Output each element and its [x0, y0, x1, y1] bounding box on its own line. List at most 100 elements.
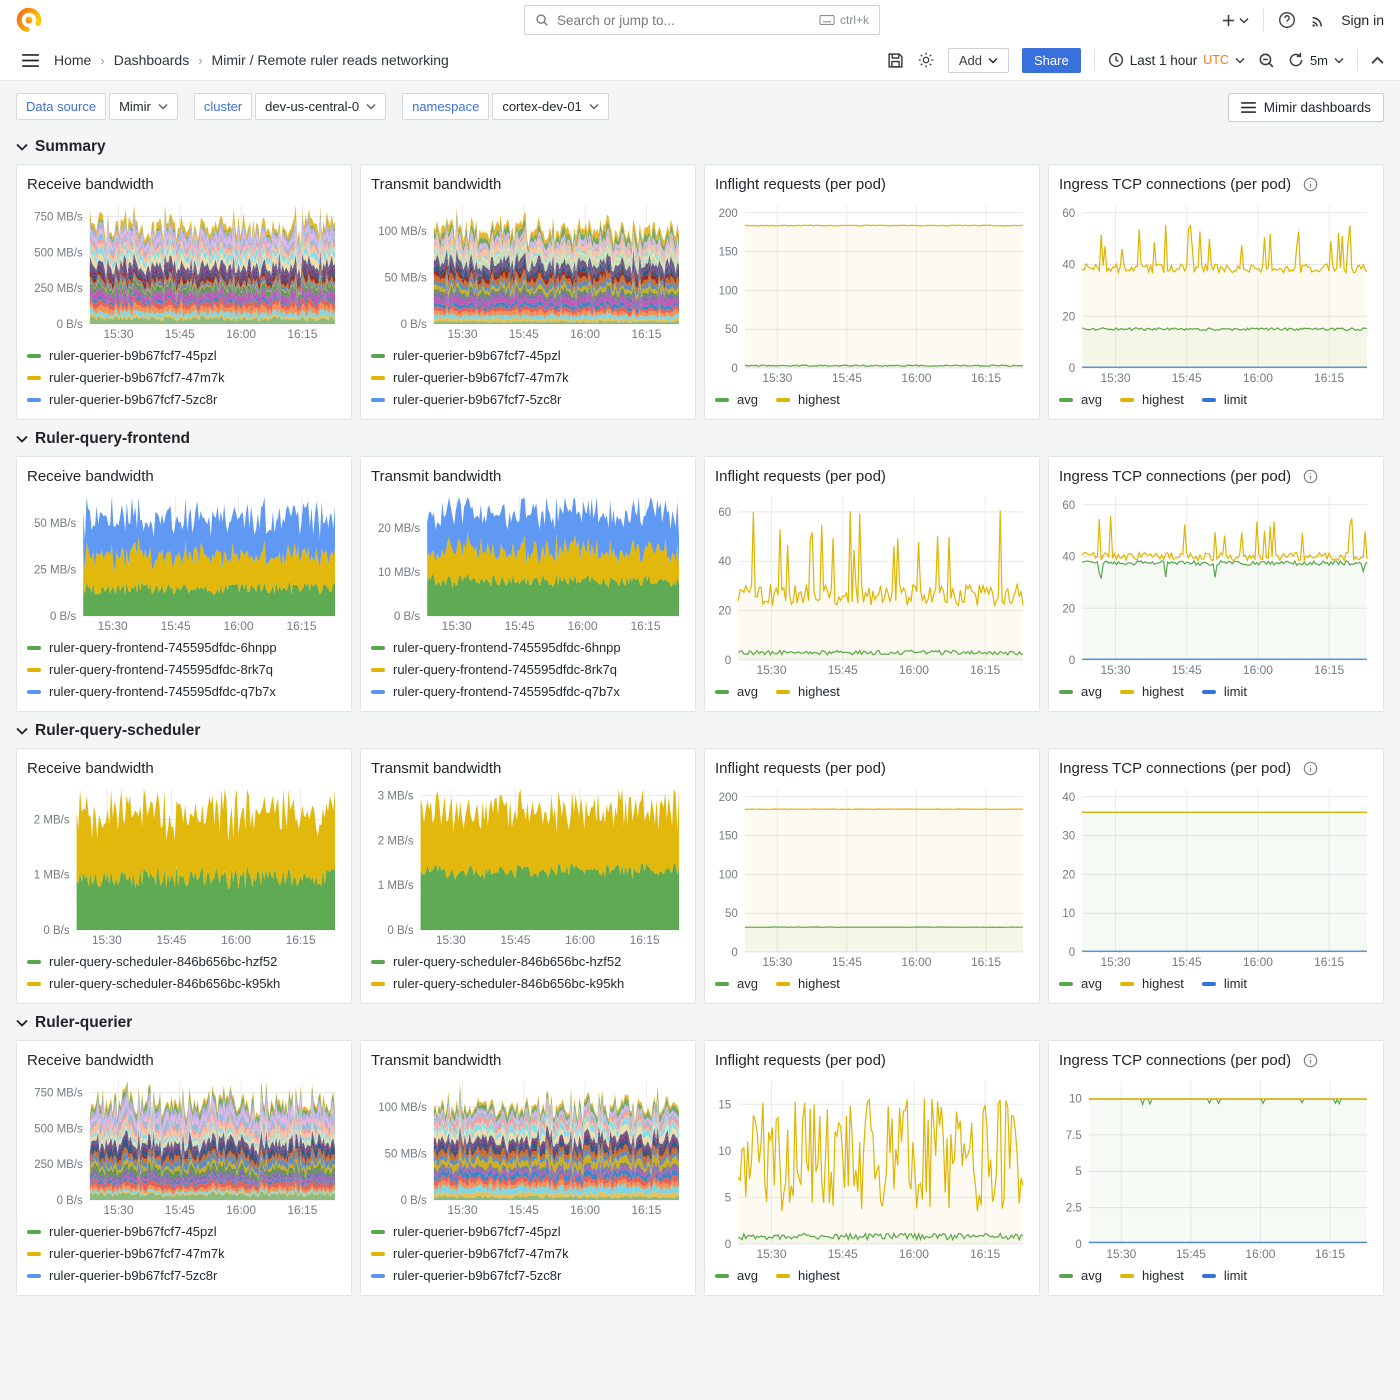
legend-item-ruler-querier-b9b67fcf7-45pzl[interactable]: ruler-querier-b9b67fcf7-45pzl: [27, 347, 341, 364]
legend-item-ruler-query-frontend-745595dfdc-8rk7q[interactable]: ruler-query-frontend-745595dfdc-8rk7q: [371, 661, 685, 678]
legend-item-limit[interactable]: limit: [1202, 683, 1247, 700]
legend-item-ruler-query-frontend-745595dfdc-8rk7q[interactable]: ruler-query-frontend-745595dfdc-8rk7q: [27, 661, 341, 678]
chart-ingress-tcp-connections-per-pod[interactable]: 15:3015:4516:0016:150204060: [1059, 197, 1373, 386]
panel-header[interactable]: Ingress TCP connections (per pod): [1059, 755, 1373, 781]
legend-item-ruler-querier-b9b67fcf7-47m7k[interactable]: ruler-querier-b9b67fcf7-47m7k: [27, 369, 341, 386]
breadcrumb-home[interactable]: Home: [54, 52, 91, 68]
kiosk-collapse-icon[interactable]: [1371, 56, 1384, 65]
legend-item-highest[interactable]: highest: [1120, 1267, 1184, 1284]
legend-item-highest[interactable]: highest: [1120, 683, 1184, 700]
grafana-logo[interactable]: [16, 7, 42, 33]
panel-header[interactable]: Transmit bandwidth: [371, 463, 685, 489]
panel-header[interactable]: Receive bandwidth: [27, 171, 341, 197]
legend-item-highest[interactable]: highest: [776, 683, 840, 700]
panel-header[interactable]: Receive bandwidth: [27, 1047, 341, 1073]
panel-header[interactable]: Transmit bandwidth: [371, 755, 685, 781]
variable-namespace-value[interactable]: cortex-dev-01: [492, 93, 608, 120]
zoom-out-icon[interactable]: [1258, 52, 1275, 69]
search-input[interactable]: Search or jump to... ctrl+k: [524, 5, 880, 35]
legend-item-ruler-query-frontend-745595dfdc-q7b7x[interactable]: ruler-query-frontend-745595dfdc-q7b7x: [371, 683, 685, 700]
variable-datasource-value[interactable]: Mimir: [109, 93, 178, 120]
info-icon[interactable]: [1303, 1053, 1318, 1068]
legend-item-avg[interactable]: avg: [715, 683, 758, 700]
new-menu-button[interactable]: [1221, 13, 1249, 28]
legend-item-ruler-querier-b9b67fcf7-5zc8r[interactable]: ruler-querier-b9b67fcf7-5zc8r: [371, 1267, 685, 1284]
legend-item-avg[interactable]: avg: [1059, 683, 1102, 700]
add-button[interactable]: Add: [948, 48, 1009, 73]
section-header-ruler-query-scheduler[interactable]: Ruler-query-scheduler: [16, 722, 1384, 740]
legend-item-highest[interactable]: highest: [776, 975, 840, 992]
chart-receive-bandwidth[interactable]: 15:3015:4516:0016:150 B/s25 MB/s50 MB/s: [27, 489, 341, 634]
legend-item-ruler-query-scheduler-846b656bc-k95kh[interactable]: ruler-query-scheduler-846b656bc-k95kh: [27, 975, 341, 992]
legend-item-avg[interactable]: avg: [1059, 391, 1102, 408]
chart-receive-bandwidth[interactable]: 15:3015:4516:0016:150 B/s250 MB/s500 MB/…: [27, 197, 341, 342]
panel-header[interactable]: Ingress TCP connections (per pod): [1059, 463, 1373, 489]
time-range-picker[interactable]: Last 1 hour UTC: [1108, 52, 1245, 68]
chart-transmit-bandwidth[interactable]: 15:3015:4516:0016:150 B/s10 MB/s20 MB/s: [371, 489, 685, 634]
section-header-ruler-query-frontend[interactable]: Ruler-query-frontend: [16, 430, 1384, 448]
panel-header[interactable]: Receive bandwidth: [27, 463, 341, 489]
legend-item-ruler-querier-b9b67fcf7-47m7k[interactable]: ruler-querier-b9b67fcf7-47m7k: [371, 1245, 685, 1262]
legend-item-ruler-query-frontend-745595dfdc-q7b7x[interactable]: ruler-query-frontend-745595dfdc-q7b7x: [27, 683, 341, 700]
legend-item-ruler-querier-b9b67fcf7-5zc8r[interactable]: ruler-querier-b9b67fcf7-5zc8r: [27, 391, 341, 408]
variable-namespace-label[interactable]: namespace: [402, 93, 489, 120]
legend-item-highest[interactable]: highest: [776, 1267, 840, 1284]
share-button[interactable]: Share: [1022, 48, 1081, 73]
refresh-picker[interactable]: 5m: [1288, 52, 1344, 68]
info-icon[interactable]: [1303, 761, 1318, 776]
panel-header[interactable]: Ingress TCP connections (per pod): [1059, 1047, 1373, 1073]
chart-inflight-requests-per-pod[interactable]: 15:3015:4516:0016:15050100150200: [715, 781, 1029, 970]
legend-item-highest[interactable]: highest: [776, 391, 840, 408]
legend-item-avg[interactable]: avg: [1059, 975, 1102, 992]
legend-item-ruler-querier-b9b67fcf7-47m7k[interactable]: ruler-querier-b9b67fcf7-47m7k: [27, 1245, 341, 1262]
section-header-summary[interactable]: Summary: [16, 138, 1384, 156]
sign-in-link[interactable]: Sign in: [1341, 12, 1384, 28]
panel-header[interactable]: Ingress TCP connections (per pod): [1059, 171, 1373, 197]
chart-inflight-requests-per-pod[interactable]: 15:3015:4516:0016:150204060: [715, 489, 1029, 678]
legend-item-ruler-query-frontend-745595dfdc-6hnpp[interactable]: ruler-query-frontend-745595dfdc-6hnpp: [371, 639, 685, 656]
legend-item-avg[interactable]: avg: [715, 391, 758, 408]
news-icon[interactable]: [1310, 12, 1327, 29]
legend-item-avg[interactable]: avg: [715, 975, 758, 992]
panel-header[interactable]: Inflight requests (per pod): [715, 171, 1029, 197]
chart-inflight-requests-per-pod[interactable]: 15:3015:4516:0016:15051015: [715, 1073, 1029, 1262]
legend-item-ruler-querier-b9b67fcf7-45pzl[interactable]: ruler-querier-b9b67fcf7-45pzl: [371, 347, 685, 364]
variable-cluster-value[interactable]: dev-us-central-0: [255, 93, 386, 120]
info-icon[interactable]: [1303, 177, 1318, 192]
mimir-dashboards-button[interactable]: Mimir dashboards: [1228, 93, 1384, 122]
chart-transmit-bandwidth[interactable]: 15:3015:4516:0016:150 B/s50 MB/s100 MB/s: [371, 197, 685, 342]
legend-item-ruler-querier-b9b67fcf7-45pzl[interactable]: ruler-querier-b9b67fcf7-45pzl: [27, 1223, 341, 1240]
chart-ingress-tcp-connections-per-pod[interactable]: 15:3015:4516:0016:150204060: [1059, 489, 1373, 678]
chart-receive-bandwidth[interactable]: 15:3015:4516:0016:150 B/s250 MB/s500 MB/…: [27, 1073, 341, 1218]
legend-item-highest[interactable]: highest: [1120, 975, 1184, 992]
legend-item-ruler-query-scheduler-846b656bc-hzf52[interactable]: ruler-query-scheduler-846b656bc-hzf52: [371, 953, 685, 970]
legend-item-ruler-querier-b9b67fcf7-45pzl[interactable]: ruler-querier-b9b67fcf7-45pzl: [371, 1223, 685, 1240]
chart-transmit-bandwidth[interactable]: 15:3015:4516:0016:150 B/s1 MB/s2 MB/s3 M…: [371, 781, 685, 948]
info-icon[interactable]: [1303, 469, 1318, 484]
legend-item-avg[interactable]: avg: [715, 1267, 758, 1284]
legend-item-limit[interactable]: limit: [1202, 391, 1247, 408]
legend-item-ruler-querier-b9b67fcf7-47m7k[interactable]: ruler-querier-b9b67fcf7-47m7k: [371, 369, 685, 386]
chart-ingress-tcp-connections-per-pod[interactable]: 15:3015:4516:0016:15010203040: [1059, 781, 1373, 970]
legend-item-ruler-query-scheduler-846b656bc-hzf52[interactable]: ruler-query-scheduler-846b656bc-hzf52: [27, 953, 341, 970]
legend-item-ruler-query-frontend-745595dfdc-6hnpp[interactable]: ruler-query-frontend-745595dfdc-6hnpp: [27, 639, 341, 656]
variable-cluster-label[interactable]: cluster: [194, 93, 252, 120]
breadcrumb-dashboards[interactable]: Dashboards: [114, 52, 190, 68]
legend-item-ruler-querier-b9b67fcf7-5zc8r[interactable]: ruler-querier-b9b67fcf7-5zc8r: [371, 391, 685, 408]
panel-header[interactable]: Inflight requests (per pod): [715, 755, 1029, 781]
legend-item-ruler-querier-b9b67fcf7-5zc8r[interactable]: ruler-querier-b9b67fcf7-5zc8r: [27, 1267, 341, 1284]
legend-item-avg[interactable]: avg: [1059, 1267, 1102, 1284]
help-icon[interactable]: [1278, 11, 1296, 29]
panel-header[interactable]: Inflight requests (per pod): [715, 1047, 1029, 1073]
legend-item-limit[interactable]: limit: [1202, 1267, 1247, 1284]
chart-transmit-bandwidth[interactable]: 15:3015:4516:0016:150 B/s50 MB/s100 MB/s: [371, 1073, 685, 1218]
settings-gear-icon[interactable]: [917, 51, 935, 69]
variable-datasource-label[interactable]: Data source: [16, 93, 106, 120]
legend-item-highest[interactable]: highest: [1120, 391, 1184, 408]
legend-item-ruler-query-scheduler-846b656bc-k95kh[interactable]: ruler-query-scheduler-846b656bc-k95kh: [371, 975, 685, 992]
panel-header[interactable]: Transmit bandwidth: [371, 1047, 685, 1073]
mega-menu-button[interactable]: [16, 46, 44, 74]
legend-item-limit[interactable]: limit: [1202, 975, 1247, 992]
save-icon[interactable]: [887, 52, 904, 69]
chart-receive-bandwidth[interactable]: 15:3015:4516:0016:150 B/s1 MB/s2 MB/s: [27, 781, 341, 948]
